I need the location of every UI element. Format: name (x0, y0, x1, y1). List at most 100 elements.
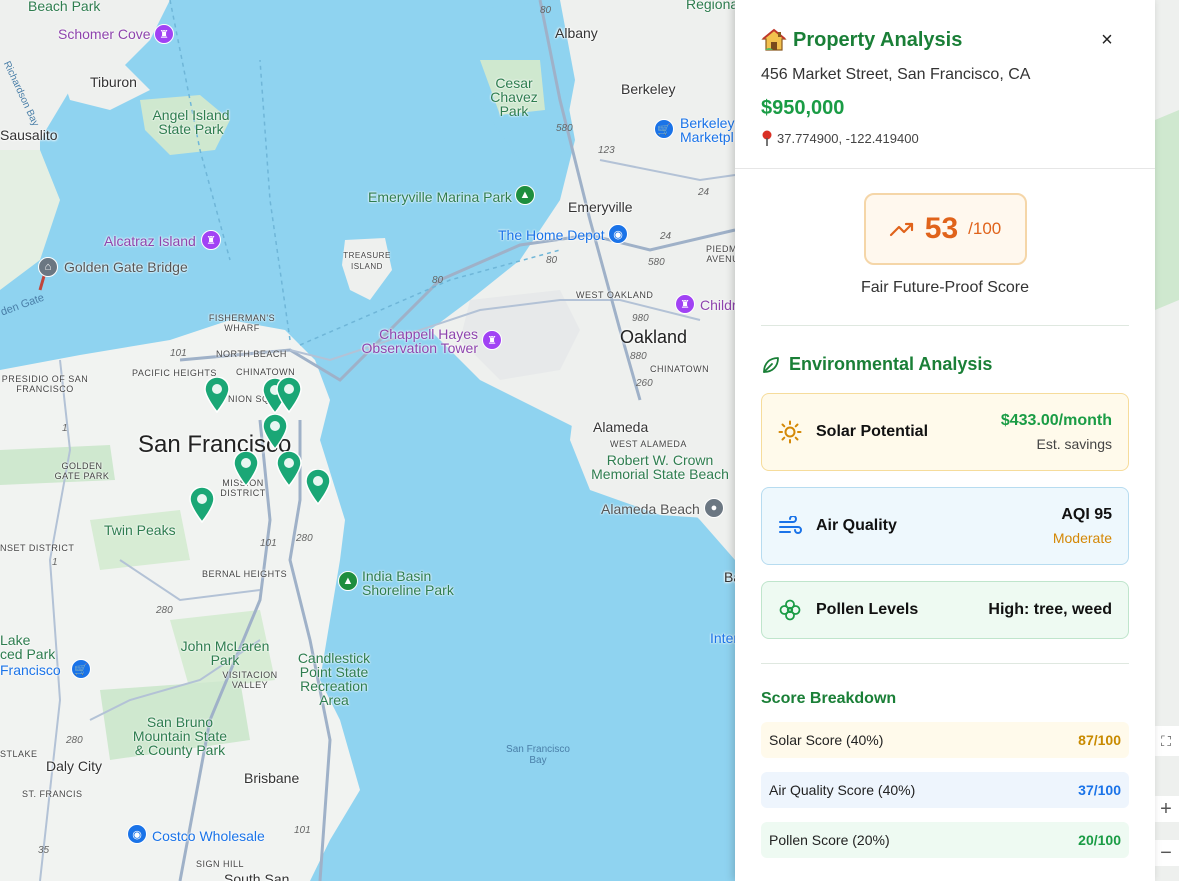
map-label-north-beach: NORTH BEACH (216, 349, 287, 359)
breakdown-label: Solar Score (40%) (769, 732, 884, 748)
solar-label: Solar Potential (816, 423, 929, 440)
shopping-icon[interactable]: ◉ (608, 224, 628, 244)
landmark-icon[interactable]: ● (704, 498, 724, 518)
score-breakdown: Score Breakdown Solar Score (40%) 87/100… (761, 663, 1129, 858)
park-icon[interactable]: ▲ (515, 185, 535, 205)
shopping-icon[interactable]: 🛒 (654, 119, 674, 139)
score-badge: 53 /100 (863, 193, 1027, 265)
breakdown-value: 87/100 (1078, 732, 1121, 748)
solar-savings-value: $433.00/month (1000, 412, 1112, 429)
road-shield: 24 (698, 187, 710, 198)
road-shield: 35 (38, 845, 50, 856)
map-label-tiburon: Tiburon (90, 74, 137, 90)
map-label-schomer-cove[interactable]: Schomer Cove (58, 27, 151, 41)
map-label-mclaren: John McLaren Park (180, 638, 270, 668)
aqi-value: AQI 95 (1061, 506, 1112, 523)
map-label-chappell-hayes[interactable]: Chappell Hayes Observation Tower (358, 327, 478, 355)
road-shield: 80 (540, 5, 552, 16)
sun-icon (778, 420, 802, 444)
map-label-treasure-island: TREASURE ISLAND (343, 251, 391, 271)
map-label-san-bruno: San Bruno Mountain State & County Park (132, 714, 228, 758)
aqi-status: Moderate (1052, 530, 1112, 546)
property-address: 456 Market Street, San Francisco, CA (761, 66, 1031, 83)
solar-card: Solar Potential $433.00/month Est. savin… (761, 393, 1129, 471)
road-shield: 80 (546, 255, 558, 266)
attraction-icon[interactable]: ♜ (201, 230, 221, 250)
road-shield: 980 (632, 313, 649, 324)
map-label-daly-city: Daly City (46, 758, 103, 774)
panel-header: Property Analysis × 456 Market Street, S… (735, 0, 1155, 169)
map-label-india-basin[interactable]: India Basin Shoreline Park (362, 569, 462, 597)
pollen-label: Pollen Levels (816, 601, 919, 618)
map-label-berkeley: Berkeley (621, 81, 676, 97)
map-label-lake: Lake (0, 632, 31, 648)
map-label-albany: Albany (555, 25, 598, 41)
map-label-west-oakland: WEST OAKLAND (576, 290, 654, 300)
map-label-presidio: PRESIDIO OF SAN FRANCISCO (1, 374, 89, 394)
park-icon[interactable]: ▲ (338, 571, 358, 591)
breakdown-label: Pollen Score (20%) (769, 832, 890, 848)
shopping-icon[interactable]: ◉ (127, 824, 147, 844)
property-analysis-panel: Property Analysis × 456 Market Street, S… (735, 0, 1155, 881)
zoom-in-button[interactable]: + (1153, 796, 1179, 822)
environmental-section: Environmental Analysis Solar Potential $… (761, 326, 1129, 639)
fullscreen-button[interactable]: ⛶ (1153, 726, 1179, 756)
property-marker[interactable] (189, 487, 215, 523)
panel-title: Property Analysis (793, 28, 963, 51)
close-button[interactable]: × (1097, 30, 1117, 50)
trending-up-icon (889, 222, 913, 237)
map-label-chinatown: CHINATOWN (236, 367, 296, 377)
pushpin-icon (762, 130, 772, 146)
map-label-alcatraz[interactable]: Alcatraz Island (104, 234, 196, 248)
attraction-icon[interactable]: ♜ (675, 294, 695, 314)
map-label-oakland: Oakland (620, 327, 688, 347)
map-label-golden-gate-park: GOLDEN GATE PARK (54, 461, 110, 481)
breakdown-title: Score Breakdown (761, 690, 897, 707)
attraction-icon[interactable]: ♜ (482, 330, 502, 350)
map-label-emeryville: Emeryville (568, 199, 633, 215)
map-label-ced-park: ced Park (0, 646, 56, 662)
map-label-cesar-chavez: Cesar Chavez Park (490, 75, 538, 119)
property-marker[interactable] (204, 377, 230, 413)
map-label-costco[interactable]: Costco Wholesale (152, 829, 265, 843)
road-shield: 24 (660, 231, 672, 242)
map-label-st-francis: ST. FRANCIS (22, 789, 83, 799)
map-label-sunset: NSET DISTRICT (0, 543, 75, 553)
map-label-sf-bay: San Francisco Bay (506, 744, 570, 766)
map-label-fishermans-wharf: FISHERMAN'S WHARF (208, 313, 276, 333)
leaf-icon (763, 356, 779, 373)
map-label-home-depot[interactable]: The Home Depot (498, 228, 605, 242)
breakdown-label: Air Quality Score (40%) (769, 782, 916, 798)
wind-icon (779, 516, 802, 534)
pollen-card: Pollen Levels High: tree, weed (761, 581, 1129, 639)
zoom-out-button[interactable]: − (1153, 840, 1179, 866)
breakdown-row-solar: Solar Score (40%) 87/100 (761, 722, 1129, 758)
road-shield: 260 (636, 378, 653, 389)
property-marker[interactable] (262, 414, 288, 450)
map-label-berkeley-marketplace[interactable]: Berkeley Marketpl (680, 116, 740, 144)
breakdown-value: 20/100 (1078, 832, 1121, 848)
landmark-icon[interactable]: ⌂ (38, 257, 58, 277)
map-label-emeryville-marina[interactable]: Emeryville Marina Park (368, 190, 512, 204)
property-coordinates: 37.774900, -122.419400 (777, 130, 919, 146)
score-label: Fair Future-Proof Score (860, 279, 1030, 296)
map-label-childrens: Childr (700, 297, 737, 313)
map-label-alameda-beach[interactable]: Alameda Beach (601, 502, 700, 516)
road-shield: 80 (432, 275, 444, 286)
map-label-candlestick: Candlestick Point State Recreation Area (297, 650, 371, 708)
score-value: 53 (924, 212, 959, 245)
property-marker[interactable] (233, 451, 259, 487)
property-marker[interactable] (276, 377, 302, 413)
road-shield: 280 (296, 533, 313, 544)
property-marker[interactable] (305, 469, 331, 505)
map-label-sign-hill: SIGN HILL (196, 859, 245, 869)
property-marker[interactable] (276, 451, 302, 487)
attraction-icon[interactable]: ♜ (154, 24, 174, 44)
pollen-value: High: tree, weed (988, 601, 1112, 618)
map-label-chinatown-oakland: CHINATOWN (650, 364, 710, 374)
environmental-title: Environmental Analysis (789, 354, 993, 374)
map-label-inter: Inter (710, 630, 739, 646)
road-shield: 101 (294, 825, 311, 836)
map-label-golden-gate-bridge[interactable]: Golden Gate Bridge (64, 260, 188, 274)
shopping-cart-icon[interactable]: 🛒 (71, 659, 91, 679)
